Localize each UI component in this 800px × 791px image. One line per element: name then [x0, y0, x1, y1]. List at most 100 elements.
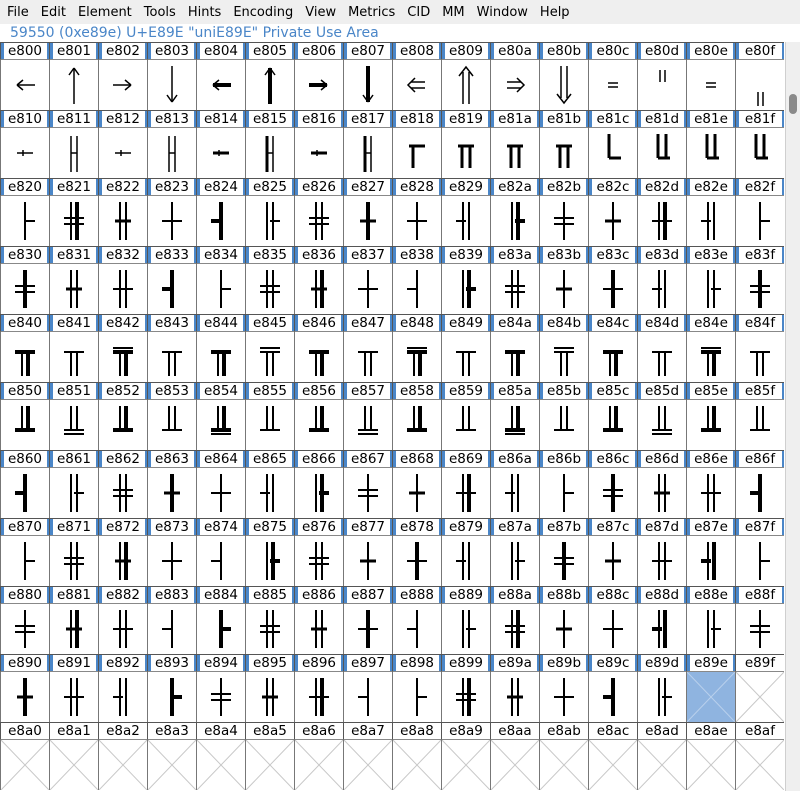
glyph-cell-e817[interactable]	[343, 128, 392, 178]
glyph-cell-e838[interactable]	[392, 264, 441, 314]
glyph-cell-e81f[interactable]	[735, 128, 784, 178]
glyph-cell-e87b[interactable]	[539, 536, 588, 586]
glyph-cell-e815[interactable]	[245, 128, 294, 178]
glyph-cell-e819[interactable]	[441, 128, 490, 178]
glyph-cell-e85c[interactable]	[588, 400, 637, 450]
glyph-cell-e87d[interactable]	[637, 536, 686, 586]
glyph-cell-e891[interactable]	[49, 672, 98, 722]
glyph-cell-e81b[interactable]	[539, 128, 588, 178]
glyph-cell-e886[interactable]	[294, 604, 343, 654]
glyph-cell-e811[interactable]	[49, 128, 98, 178]
glyph-cell-e82c[interactable]	[588, 196, 637, 246]
glyph-cell-e807[interactable]	[343, 60, 392, 110]
glyph-cell-e835[interactable]	[245, 264, 294, 314]
glyph-cell-e83f[interactable]	[735, 264, 784, 314]
glyph-cell-e83b[interactable]	[539, 264, 588, 314]
glyph-cell-e878[interactable]	[392, 536, 441, 586]
glyph-cell-e8a0[interactable]	[0, 740, 49, 790]
glyph-cell-e888[interactable]	[392, 604, 441, 654]
glyph-cell-e85f[interactable]	[735, 400, 784, 450]
glyph-cell-e840[interactable]	[0, 332, 49, 382]
glyph-cell-e82e[interactable]	[686, 196, 735, 246]
glyph-cell-e824[interactable]	[196, 196, 245, 246]
glyph-cell-e801[interactable]	[49, 60, 98, 110]
glyph-cell-e88f[interactable]	[735, 604, 784, 654]
glyph-cell-e84c[interactable]	[588, 332, 637, 382]
glyph-cell-e812[interactable]	[98, 128, 147, 178]
glyph-cell-e80b[interactable]	[539, 60, 588, 110]
glyph-cell-e892[interactable]	[98, 672, 147, 722]
glyph-cell-e88b[interactable]	[539, 604, 588, 654]
glyph-cell-e866[interactable]	[294, 468, 343, 518]
glyph-cell-e822[interactable]	[98, 196, 147, 246]
glyph-cell-e83c[interactable]	[588, 264, 637, 314]
glyph-cell-e87c[interactable]	[588, 536, 637, 586]
glyph-cell-e800[interactable]	[0, 60, 49, 110]
menu-file[interactable]: File	[0, 5, 35, 20]
menu-edit[interactable]: Edit	[35, 5, 72, 20]
glyph-cell-e854[interactable]	[196, 400, 245, 450]
glyph-cell-e82d[interactable]	[637, 196, 686, 246]
glyph-cell-e869[interactable]	[441, 468, 490, 518]
glyph-cell-e834[interactable]	[196, 264, 245, 314]
glyph-cell-e881[interactable]	[49, 604, 98, 654]
glyph-cell-e82f[interactable]	[735, 196, 784, 246]
glyph-cell-e877[interactable]	[343, 536, 392, 586]
glyph-cell-e855[interactable]	[245, 400, 294, 450]
glyph-cell-e842[interactable]	[98, 332, 147, 382]
vertical-scrollbar[interactable]	[785, 42, 800, 791]
glyph-cell-e80a[interactable]	[490, 60, 539, 110]
glyph-cell-e88e[interactable]	[686, 604, 735, 654]
glyph-cell-e84d[interactable]	[637, 332, 686, 382]
glyph-cell-e899[interactable]	[441, 672, 490, 722]
menu-window[interactable]: Window	[471, 5, 534, 20]
glyph-cell-e850[interactable]	[0, 400, 49, 450]
glyph-cell-e856[interactable]	[294, 400, 343, 450]
glyph-cell-e802[interactable]	[98, 60, 147, 110]
glyph-cell-e84f[interactable]	[735, 332, 784, 382]
glyph-cell-e825[interactable]	[245, 196, 294, 246]
glyph-cell-e898[interactable]	[392, 672, 441, 722]
glyph-cell-e880[interactable]	[0, 604, 49, 654]
glyph-cell-e80e[interactable]	[686, 60, 735, 110]
glyph-cell-e831[interactable]	[49, 264, 98, 314]
glyph-cell-e882[interactable]	[98, 604, 147, 654]
glyph-cell-e808[interactable]	[392, 60, 441, 110]
glyph-cell-e81a[interactable]	[490, 128, 539, 178]
glyph-cell-e89c[interactable]	[588, 672, 637, 722]
glyph-cell-e890[interactable]	[0, 672, 49, 722]
glyph-cell-e8ac[interactable]	[588, 740, 637, 790]
glyph-cell-e8a9[interactable]	[441, 740, 490, 790]
glyph-cell-e827[interactable]	[343, 196, 392, 246]
glyph-cell-e861[interactable]	[49, 468, 98, 518]
glyph-cell-e8a2[interactable]	[98, 740, 147, 790]
glyph-cell-e863[interactable]	[147, 468, 196, 518]
glyph-cell-e843[interactable]	[147, 332, 196, 382]
glyph-cell-e851[interactable]	[49, 400, 98, 450]
glyph-cell-e83a[interactable]	[490, 264, 539, 314]
glyph-cell-e844[interactable]	[196, 332, 245, 382]
glyph-cell-e874[interactable]	[196, 536, 245, 586]
glyph-cell-e837[interactable]	[343, 264, 392, 314]
glyph-cell-e871[interactable]	[49, 536, 98, 586]
scrollbar-thumb[interactable]	[789, 94, 797, 114]
glyph-cell-e88d[interactable]	[637, 604, 686, 654]
glyph-cell-e894[interactable]	[196, 672, 245, 722]
glyph-cell-e8ad[interactable]	[637, 740, 686, 790]
glyph-cell-e818[interactable]	[392, 128, 441, 178]
glyph-cell-e87a[interactable]	[490, 536, 539, 586]
glyph-cell-e848[interactable]	[392, 332, 441, 382]
glyph-cell-e883[interactable]	[147, 604, 196, 654]
glyph-cell-e864[interactable]	[196, 468, 245, 518]
glyph-cell-e826[interactable]	[294, 196, 343, 246]
glyph-cell-e860[interactable]	[0, 468, 49, 518]
glyph-cell-e816[interactable]	[294, 128, 343, 178]
glyph-cell-e8ab[interactable]	[539, 740, 588, 790]
glyph-cell-e832[interactable]	[98, 264, 147, 314]
glyph-cell-e829[interactable]	[441, 196, 490, 246]
glyph-cell-e85b[interactable]	[539, 400, 588, 450]
glyph-cell-e803[interactable]	[147, 60, 196, 110]
glyph-cell-e8a6[interactable]	[294, 740, 343, 790]
glyph-cell-e80d[interactable]	[637, 60, 686, 110]
glyph-cell-e81c[interactable]	[588, 128, 637, 178]
